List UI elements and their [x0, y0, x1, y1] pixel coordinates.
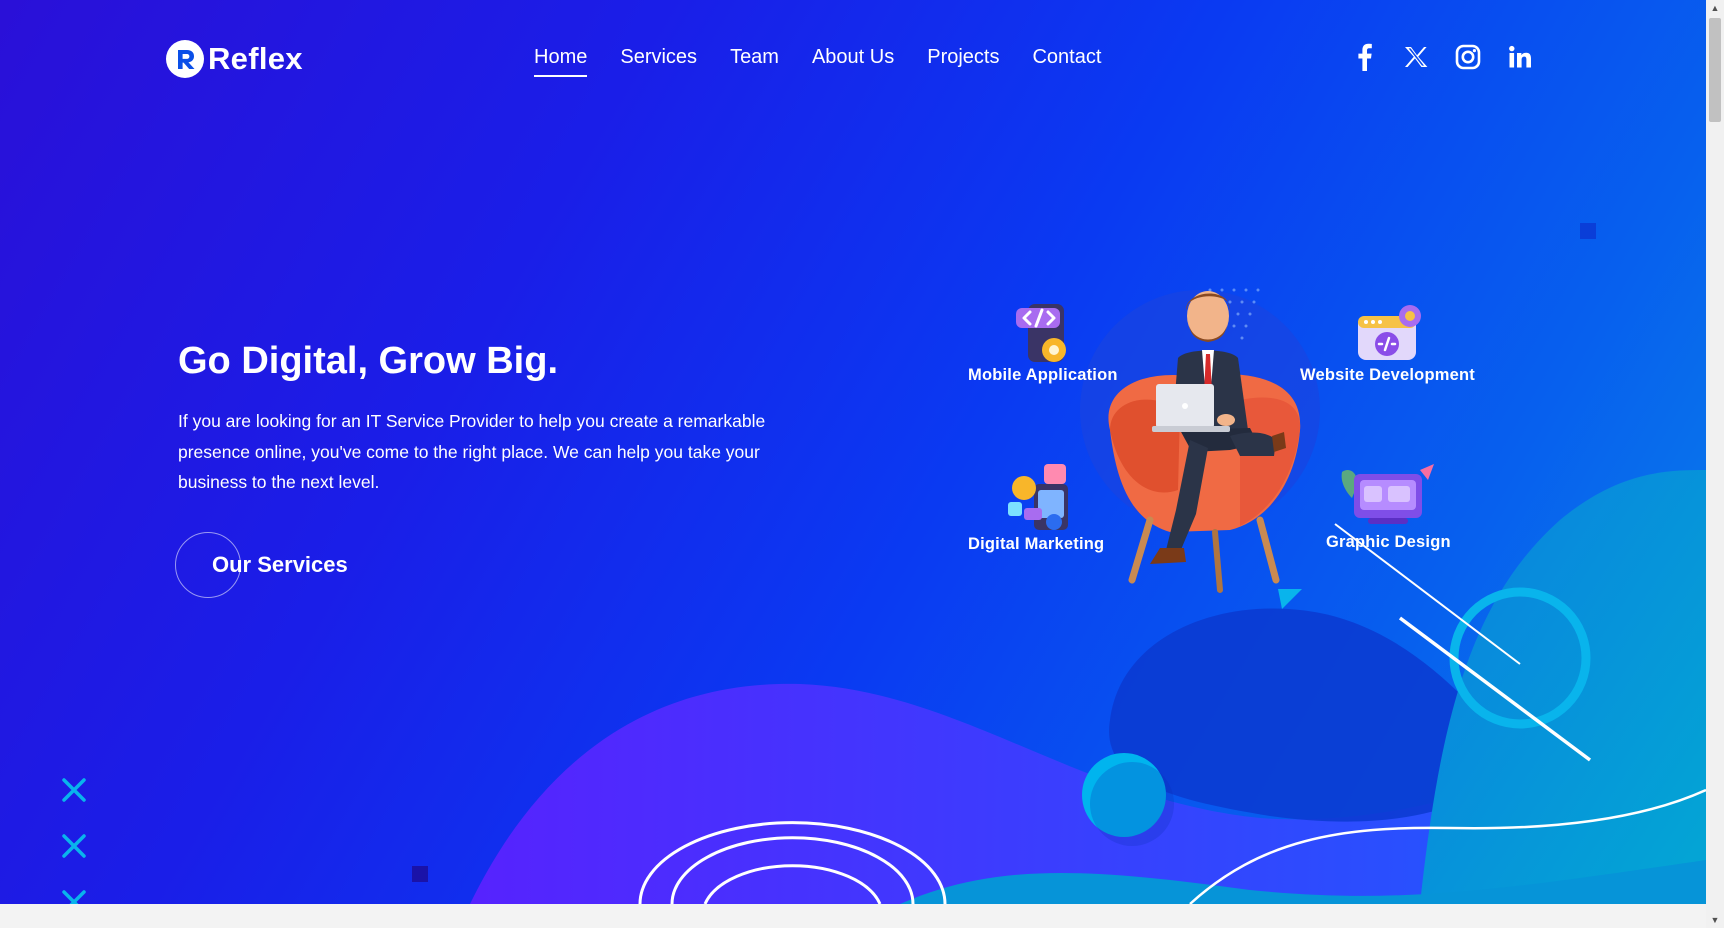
- hero-section: Reflex Home Services Team About Us Proje…: [0, 0, 1706, 904]
- logo-icon: [166, 40, 204, 78]
- nav-team[interactable]: Team: [730, 46, 779, 77]
- nav-home[interactable]: Home: [534, 46, 588, 77]
- mobile-app-icon: [1016, 304, 1066, 362]
- service-website-development: Website Development: [1300, 366, 1475, 384]
- service-mobile-application: Mobile Application: [968, 366, 1118, 384]
- site-header: Reflex Home Services Team About Us Proje…: [0, 0, 1706, 120]
- main-nav: Home Services Team About Us Projects Con…: [534, 46, 1101, 77]
- scroll-up-arrow-icon[interactable]: ▲: [1706, 0, 1724, 16]
- scroll-thumb[interactable]: [1709, 18, 1721, 122]
- person-illustration: [1108, 291, 1301, 593]
- social-links: [1350, 40, 1534, 74]
- nav-contact[interactable]: Contact: [1032, 46, 1101, 77]
- facebook-icon[interactable]: [1350, 40, 1378, 74]
- x-marks: [62, 778, 86, 904]
- our-services-button[interactable]: Our Services: [175, 532, 375, 598]
- square-deco: [412, 866, 428, 882]
- nav-projects[interactable]: Projects: [927, 46, 999, 77]
- graphic-design-icon: [1341, 464, 1434, 524]
- page-bottom-band: [0, 904, 1706, 928]
- nav-about-us[interactable]: About Us: [812, 46, 894, 77]
- vertical-scrollbar[interactable]: ▲ ▼: [1706, 0, 1724, 928]
- digital-marketing-icon: [1008, 464, 1068, 530]
- website-dev-icon: [1358, 305, 1421, 360]
- hero-title: Go Digital, Grow Big.: [178, 340, 558, 382]
- square-deco: [1580, 223, 1596, 239]
- nav-services[interactable]: Services: [620, 46, 697, 77]
- logo[interactable]: Reflex: [166, 40, 303, 78]
- our-services-label: Our Services: [212, 552, 348, 577]
- linkedin-icon[interactable]: [1506, 40, 1534, 74]
- logo-text: Reflex: [208, 41, 303, 76]
- hero-description: If you are looking for an IT Service Pro…: [178, 411, 766, 492]
- scroll-down-arrow-icon[interactable]: ▼: [1706, 912, 1724, 928]
- instagram-icon[interactable]: [1454, 40, 1482, 74]
- service-digital-marketing: Digital Marketing: [968, 535, 1105, 553]
- x-icon[interactable]: [1402, 40, 1430, 74]
- service-graphic-design: Graphic Design: [1326, 533, 1451, 551]
